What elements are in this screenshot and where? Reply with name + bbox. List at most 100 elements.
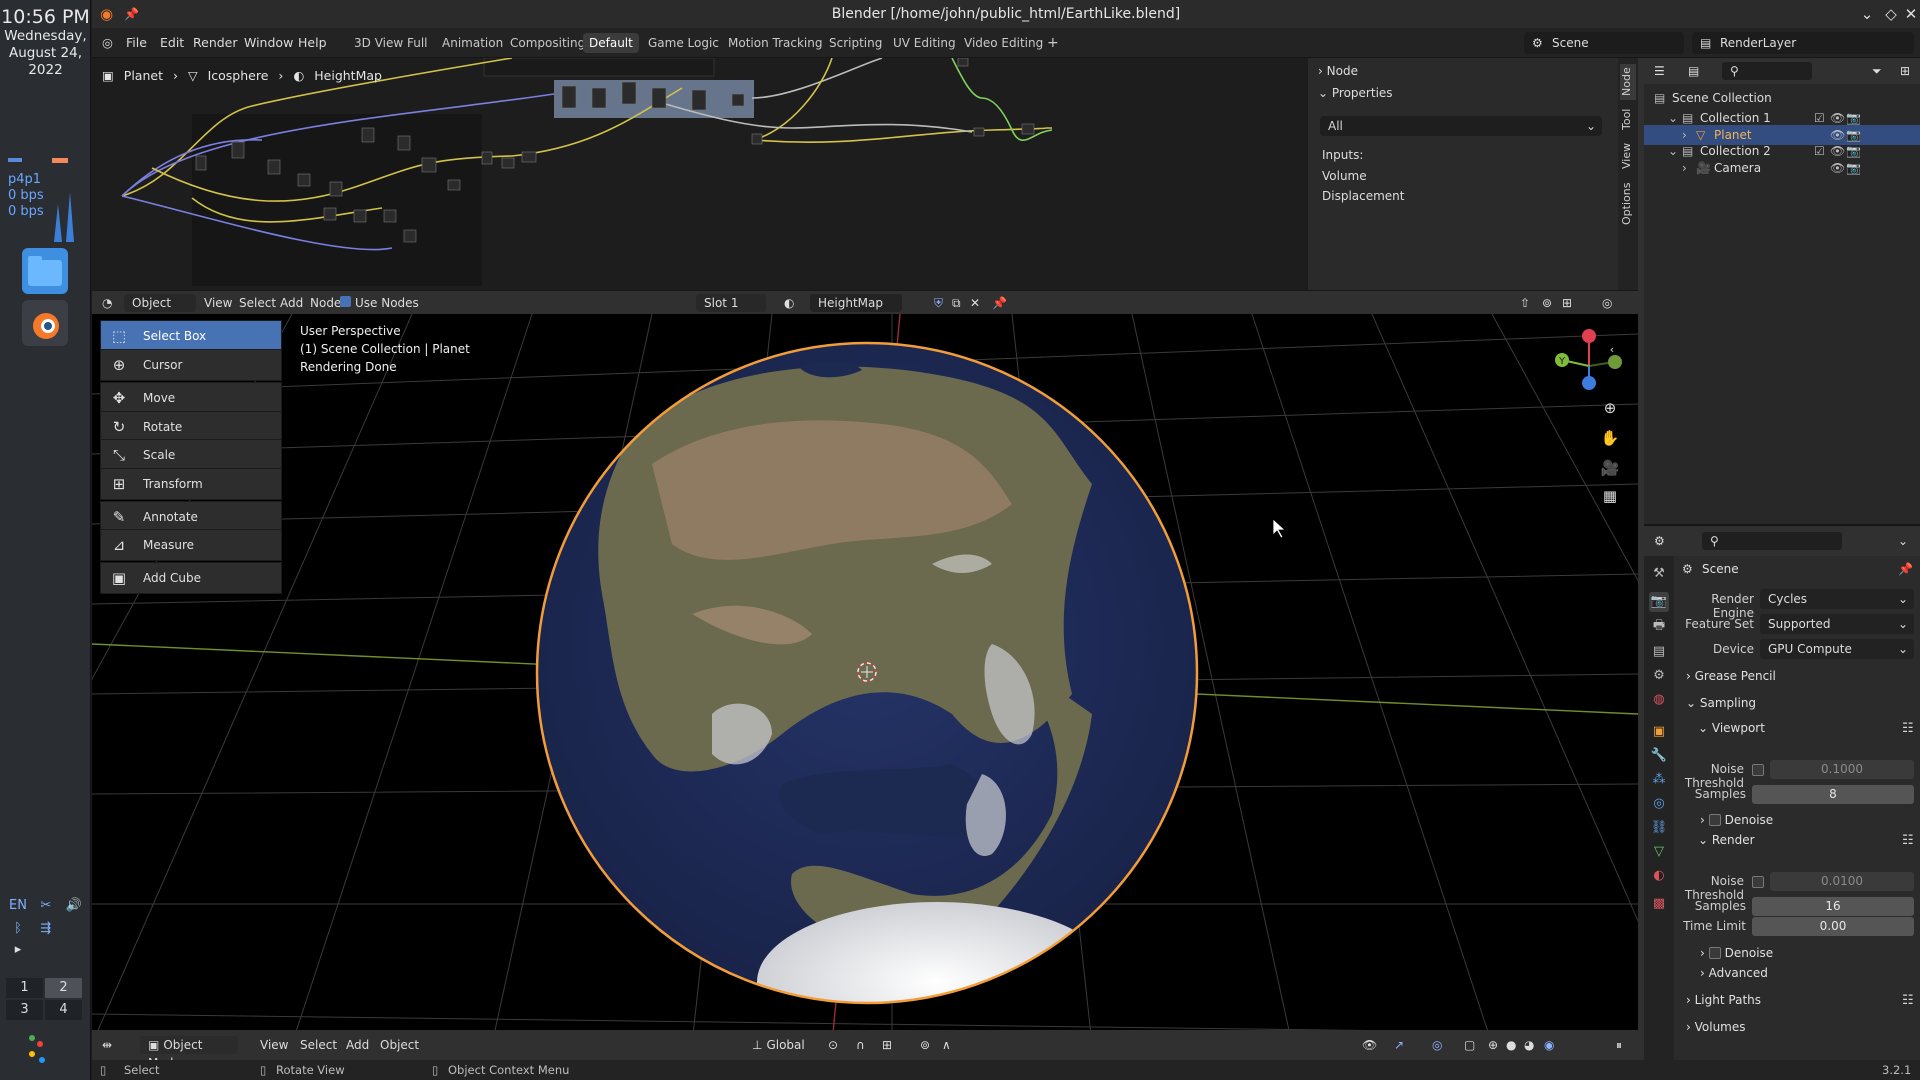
overlays-icon[interactable]: ◎ [1432, 1036, 1442, 1054]
presets-list-icon[interactable]: ☷ [1902, 721, 1914, 736]
app-launcher-icon[interactable] [26, 1030, 56, 1073]
tab-game-logic[interactable]: Game Logic [642, 33, 725, 53]
texture-tab-icon[interactable]: ▩ [1649, 894, 1669, 914]
collapse-sidebar-icon[interactable]: ‹ [1600, 338, 1624, 362]
snap-target-icon[interactable]: ⊞ [882, 1036, 892, 1054]
device-dropdown[interactable]: GPU Compute ⌄ [1760, 639, 1914, 659]
duplicate-material-icon[interactable]: ⧉ [952, 294, 961, 312]
tab-3d-view-full[interactable]: 3D View Full [348, 33, 434, 53]
visibility-eye-icon[interactable]: 👁 [1830, 158, 1845, 178]
wireframe-shading-icon[interactable]: ⊕ [1488, 1036, 1498, 1054]
viewport-menu-add[interactable]: Add [346, 1036, 369, 1054]
close-icon[interactable]: ✕ [1898, 0, 1920, 28]
tool-scale[interactable]: ⤡ Scale [100, 439, 282, 471]
viewport-scene[interactable]: Y [92, 314, 1638, 1044]
scene-selector[interactable]: ⚙ Scene [1524, 32, 1684, 54]
material-browse-icon[interactable]: ◐ [784, 294, 794, 312]
render-noise-threshold-field[interactable]: 0.0100 [1770, 872, 1914, 891]
menu-render[interactable]: Render [193, 34, 238, 52]
view-layer-tab-icon[interactable]: ▤ [1649, 642, 1669, 662]
tab-default[interactable]: Default [583, 33, 639, 53]
render-denoise-checkbox[interactable] [1708, 947, 1721, 959]
physics-tab-icon[interactable]: ◎ [1649, 794, 1669, 814]
minimize-icon[interactable]: ⌄ [1854, 0, 1880, 28]
chevron-right-icon[interactable]: › [1682, 158, 1687, 178]
falloff-icon[interactable]: ∧ [942, 1036, 951, 1054]
world-tab-icon[interactable]: ◍ [1649, 690, 1669, 710]
viewport-noise-threshold-field[interactable]: 0.1000 [1770, 760, 1914, 779]
pin-icon[interactable]: 📌 [124, 0, 139, 28]
pin-icon[interactable]: 📌 [1898, 562, 1913, 576]
node-menu-view[interactable]: View [204, 294, 232, 312]
editor-type-icon[interactable]: ☰ [1654, 62, 1665, 80]
planet-object[interactable] [535, 341, 1199, 1044]
viewport-menu-view[interactable]: View [260, 1036, 288, 1054]
pan-hand-icon[interactable]: ✋ [1598, 426, 1622, 450]
object-mode-dropdown[interactable]: ▣Object Mode [140, 1036, 238, 1070]
snap-magnet-icon[interactable]: ∩ [856, 1036, 865, 1054]
fake-user-shield-icon[interactable]: ⛨ [934, 294, 943, 312]
material-name-field[interactable]: HeightMap [810, 294, 902, 312]
material-slot-dropdown[interactable]: Slot 1 [696, 294, 766, 312]
tool-measure[interactable]: ⊿ Measure [100, 529, 282, 561]
node-menu-select[interactable]: Select [239, 294, 276, 312]
tool-tab-icon[interactable]: ⚒ [1649, 564, 1669, 584]
filter-icon[interactable]: ⏷ [1872, 62, 1882, 80]
material-tab-icon[interactable]: ◐ [1649, 866, 1669, 886]
bluetooth-icon[interactable]: ᛒ [6, 921, 30, 936]
perspective-toggle-icon[interactable]: ▦ [1598, 484, 1622, 508]
pause-render-icon[interactable]: ⏸ [1616, 1036, 1622, 1054]
outliner-root[interactable]: ▤ Scene Collection [1644, 88, 1920, 108]
tool-select-box[interactable]: ⬚ Select Box [100, 320, 282, 352]
side-tab-view[interactable]: View [1620, 138, 1636, 174]
viewport-menu-object[interactable]: Object [380, 1036, 419, 1054]
editor-type-icon[interactable]: ⚙ [1654, 532, 1665, 550]
use-nodes-checkbox[interactable]: Use Nodes [340, 294, 419, 312]
render-tab-icon[interactable]: 📷 [1649, 592, 1669, 612]
viewport-denoise-checkbox[interactable] [1708, 814, 1721, 826]
constraints-tab-icon[interactable]: ⛓ [1649, 818, 1669, 838]
menu-edit[interactable]: Edit [160, 34, 184, 52]
blender-app-icon[interactable] [22, 300, 68, 346]
3d-viewport[interactable]: Y User Perspective (1) Scene Collection … [92, 314, 1638, 1044]
time-limit-field[interactable]: 0.00 [1752, 917, 1914, 936]
viewport-noise-threshold-checkbox[interactable] [1752, 764, 1764, 776]
unlink-material-icon[interactable]: ✕ [970, 294, 980, 312]
workspace-3[interactable]: 3 [6, 1000, 43, 1020]
desktop-clock[interactable]: 10:56 PM Wednesday, August 24, 2022 [0, 6, 91, 79]
node-graph[interactable] [92, 58, 1308, 290]
viewport-samples-field[interactable]: 8 [1752, 785, 1914, 804]
volumes-panel[interactable]: › Volumes [1686, 1020, 1746, 1034]
scissors-icon[interactable]: ✂ [34, 898, 58, 913]
blender-menu-icon[interactable]: ◎ [102, 34, 113, 52]
overlays-icon[interactable]: ◎ [1602, 294, 1612, 312]
side-tab-node[interactable]: Node [1620, 64, 1636, 100]
properties-search-input[interactable]: ⚲ [1702, 532, 1842, 550]
proportional-edit-icon[interactable]: ⊚ [920, 1036, 930, 1054]
material-shading-icon[interactable]: ◕ [1524, 1036, 1534, 1054]
render-noise-threshold-checkbox[interactable] [1752, 876, 1764, 888]
workspace-2[interactable]: 2 [45, 978, 82, 998]
keyboard-layout-indicator[interactable]: EN [6, 898, 30, 913]
add-workspace-button[interactable]: + [1041, 33, 1065, 53]
modifiers-tab-icon[interactable]: 🔧 [1649, 746, 1669, 766]
camera-view-icon[interactable]: 🎥 [1598, 456, 1622, 480]
zoom-icon[interactable]: ⊕ [1598, 396, 1622, 420]
viewport-denoise-subpanel[interactable]: › Denoise [1700, 812, 1773, 827]
side-tab-options[interactable]: Options [1620, 178, 1636, 230]
presets-list-icon[interactable]: ☷ [1902, 833, 1914, 848]
solid-shading-icon[interactable]: ● [1506, 1036, 1516, 1054]
tool-move[interactable]: ✥ Move [100, 382, 282, 414]
properties-filter-dropdown[interactable]: All ⌄ [1320, 116, 1602, 136]
workspace-4[interactable]: 4 [45, 1000, 82, 1020]
tab-compositing[interactable]: Compositing [504, 33, 591, 53]
files-folder-icon[interactable] [22, 248, 68, 294]
render-denoise-subpanel[interactable]: › Denoise [1700, 945, 1773, 960]
output-tab-icon[interactable]: 🖶 [1649, 616, 1669, 636]
tab-uv-editing[interactable]: UV Editing [887, 33, 962, 53]
tab-motion-tracking[interactable]: Motion Tracking [722, 33, 828, 53]
window-titlebar[interactable]: ◉ 📌 Blender [/home/john/public_html/Eart… [92, 0, 1920, 28]
render-subpanel[interactable]: ⌄ Render [1698, 833, 1755, 847]
visibility-icon[interactable]: 👁 [1362, 1036, 1377, 1054]
properties-panel-header[interactable]: ⌄ Properties [1318, 86, 1393, 100]
